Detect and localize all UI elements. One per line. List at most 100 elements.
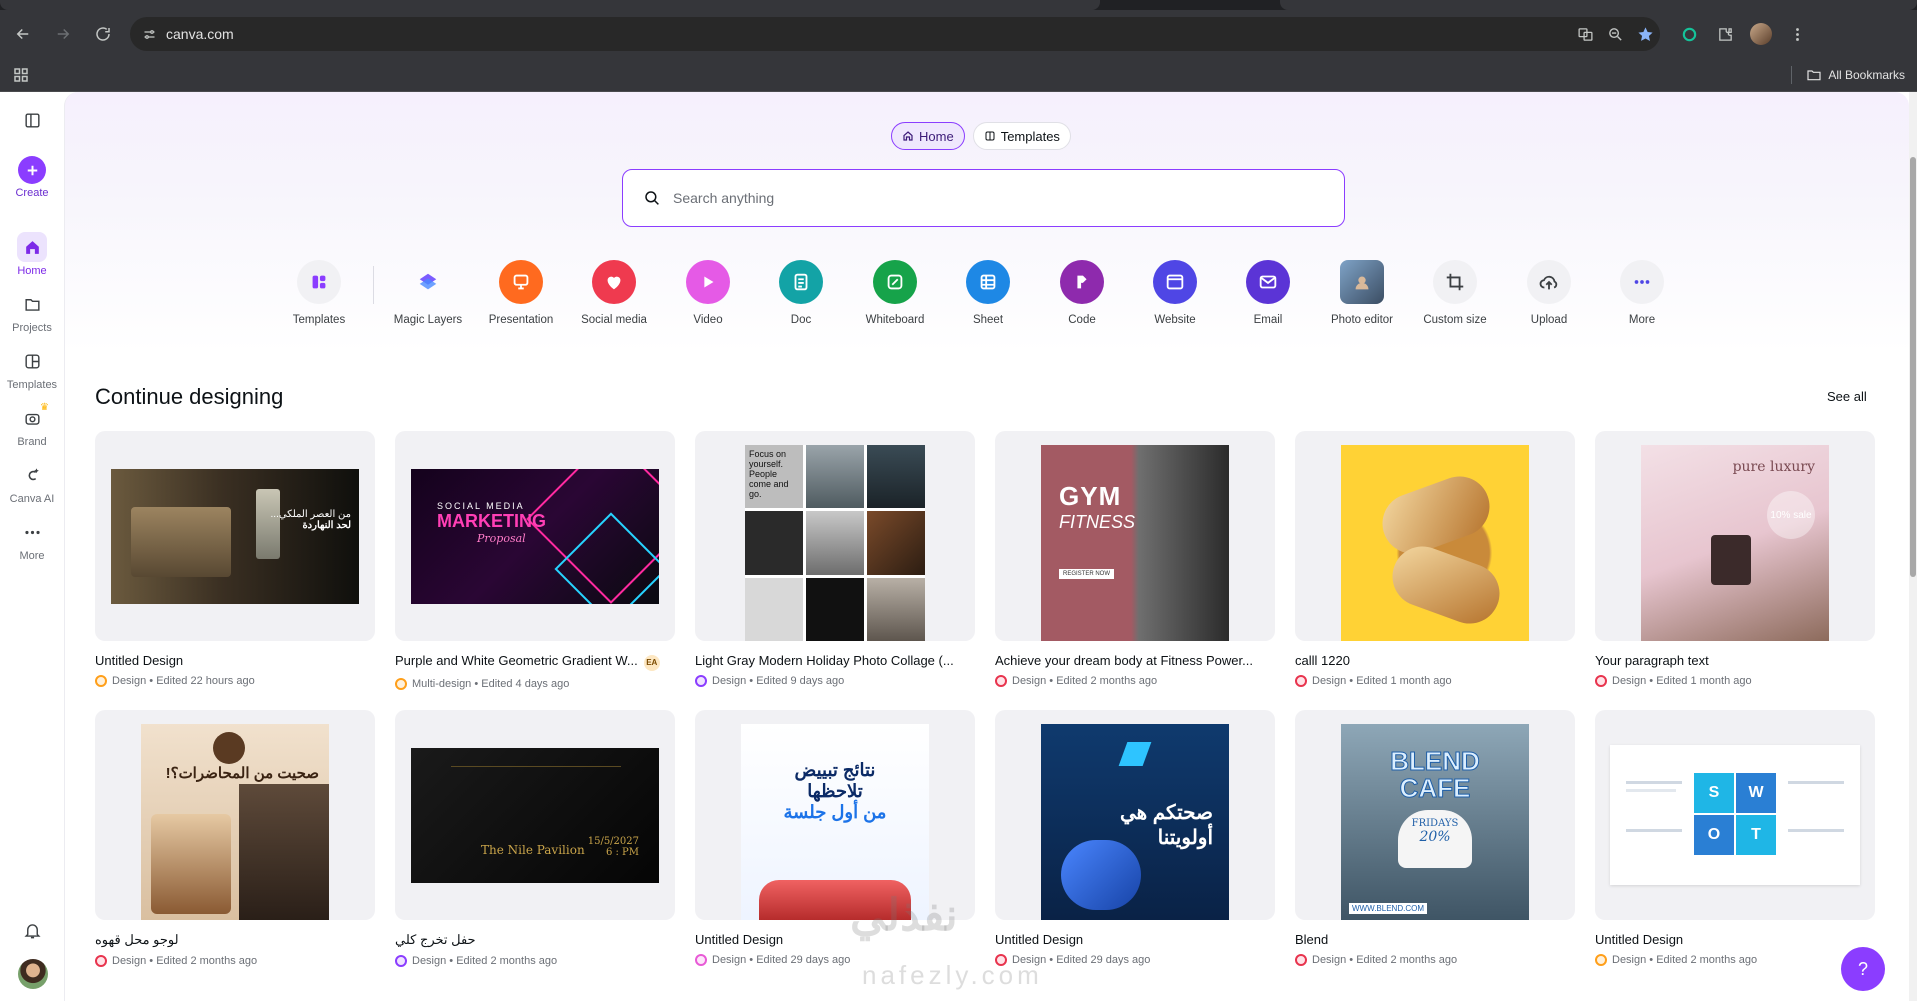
- shortcut-upload[interactable]: Upload: [1504, 260, 1594, 326]
- design-thumbnail[interactable]: صحيت من المحاضرات؟!: [95, 710, 375, 920]
- address-bar[interactable]: canva.com: [130, 17, 1660, 51]
- shortcut-website[interactable]: Website: [1130, 260, 1220, 326]
- user-avatar[interactable]: [18, 959, 48, 989]
- design-title[interactable]: لوجو محل قهوه: [95, 932, 365, 948]
- design-card[interactable]: BLEND CAFE FRIDAYS 20% WWW.BLEND.COM Ble…: [1295, 710, 1575, 966]
- design-thumbnail[interactable]: The Nile Pavilion 15/5/2027 6 : PM: [395, 710, 675, 920]
- shortcut-templates[interactable]: Templates: [274, 260, 364, 326]
- shortcut-custom-size[interactable]: Custom size: [1410, 260, 1500, 326]
- sidebar-item-templates[interactable]: Templates: [0, 346, 64, 391]
- sidebar-item-home[interactable]: Home: [0, 232, 64, 277]
- sidebar-item-canva-ai[interactable]: Canva AI: [0, 460, 64, 505]
- site-settings-icon[interactable]: [134, 27, 164, 42]
- shortcut-code[interactable]: Code: [1037, 260, 1127, 326]
- design-thumbnail[interactable]: SOCIAL MEDIA MARKETING Proposal: [395, 431, 675, 641]
- forward-icon[interactable]: [46, 17, 80, 51]
- design-title[interactable]: Untitled Design: [995, 932, 1265, 947]
- zoom-icon[interactable]: [1600, 19, 1630, 49]
- notifications-button[interactable]: [0, 915, 64, 948]
- design-title[interactable]: Purple and White Geometric Gradient W...…: [395, 653, 665, 671]
- scrollbar-thumb[interactable]: [1910, 157, 1916, 577]
- sheet-icon: [966, 260, 1010, 304]
- design-thumbnail[interactable]: pure luxury 10% sale: [1595, 431, 1875, 641]
- browser-tab[interactable]: [1280, 0, 1917, 10]
- browser-toolbar: canva.com: [0, 10, 1917, 58]
- search-input[interactable]: [673, 190, 1313, 206]
- design-card[interactable]: SOCIAL MEDIA MARKETING Proposal Purple a…: [395, 431, 675, 690]
- design-title[interactable]: Untitled Design: [1595, 932, 1865, 947]
- design-card[interactable]: calll 1220 Design • Edited 1 month ago: [1295, 431, 1575, 687]
- design-title[interactable]: Light Gray Modern Holiday Photo Collage …: [695, 653, 965, 668]
- shortcut-label: Photo editor: [1330, 314, 1393, 326]
- design-meta: Design • Edited 1 month ago: [1595, 675, 1875, 687]
- see-all-link[interactable]: See all: [1827, 389, 1867, 404]
- shortcut-sheet[interactable]: Sheet: [943, 260, 1033, 326]
- help-button[interactable]: ?: [1841, 947, 1885, 991]
- design-title[interactable]: Your paragraph text: [1595, 653, 1865, 668]
- grammarly-extension-icon[interactable]: [1674, 19, 1704, 49]
- tab-templates[interactable]: Templates: [972, 122, 1071, 150]
- design-card[interactable]: S W O T Untitled Design Design • Edited …: [1595, 710, 1875, 966]
- browser-tabstrip: [0, 0, 1917, 10]
- design-title[interactable]: Blend: [1295, 932, 1565, 947]
- design-card[interactable]: صحتكم هي أولويتنا Untitled Design Design…: [995, 710, 1275, 966]
- design-thumbnail[interactable]: [1295, 431, 1575, 641]
- reload-icon[interactable]: [86, 17, 120, 51]
- shortcut-doc[interactable]: Doc: [756, 260, 846, 326]
- design-meta: Design • Edited 2 months ago: [1295, 954, 1575, 966]
- design-card[interactable]: من العصر الملكي... لحد النهاردة Untitled…: [95, 431, 375, 687]
- translate-icon[interactable]: [1570, 19, 1600, 49]
- edited-time: Edited 1 month ago: [1656, 675, 1752, 687]
- all-bookmarks-label: All Bookmarks: [1828, 68, 1905, 82]
- design-card[interactable]: GYM FITNESS REGISTER NOW Achieve your dr…: [995, 431, 1275, 687]
- design-thumbnail[interactable]: صحتكم هي أولويتنا: [995, 710, 1275, 920]
- shortcut-presentation[interactable]: Presentation: [476, 260, 566, 326]
- search-box[interactable]: [622, 169, 1345, 227]
- design-title[interactable]: Achieve your dream body at Fitness Power…: [995, 653, 1265, 668]
- upload-icon: [1527, 260, 1571, 304]
- tab-home[interactable]: Home: [891, 122, 965, 150]
- shortcut-social-media[interactable]: Social media: [569, 260, 659, 326]
- browser-menu-icon[interactable]: [1782, 19, 1812, 49]
- design-title[interactable]: Untitled Design: [95, 653, 365, 668]
- extensions-icon[interactable]: [1710, 19, 1740, 49]
- browser-tab-active[interactable]: [0, 0, 1100, 10]
- shortcut-photo-editor[interactable]: Photo editor: [1317, 260, 1407, 326]
- design-thumbnail[interactable]: من العصر الملكي... لحد النهاردة: [95, 431, 375, 641]
- design-card[interactable]: The Nile Pavilion 15/5/2027 6 : PM حفل ت…: [395, 710, 675, 967]
- design-thumbnail[interactable]: BLEND CAFE FRIDAYS 20% WWW.BLEND.COM: [1295, 710, 1575, 920]
- sidebar-item-more[interactable]: More: [0, 517, 64, 562]
- shortcut-magic-layers[interactable]: Magic Layers: [383, 260, 473, 326]
- design-thumbnail[interactable]: نتائج تبييض تلاحظها من أول جلسة: [695, 710, 975, 920]
- url-text[interactable]: canva.com: [166, 26, 1570, 42]
- design-card[interactable]: pure luxury 10% sale Your paragraph text…: [1595, 431, 1875, 687]
- thumbnail-text: MARKETING: [437, 510, 546, 531]
- back-icon[interactable]: [6, 17, 40, 51]
- shortcut-video[interactable]: Video: [663, 260, 753, 326]
- design-title[interactable]: calll 1220: [1295, 653, 1565, 668]
- thumbnail-text: pure luxury: [1732, 459, 1815, 475]
- all-bookmarks-button[interactable]: All Bookmarks: [1791, 66, 1905, 84]
- design-title[interactable]: حفل تخرج كلي: [395, 932, 665, 948]
- sidebar-item-projects[interactable]: Projects: [0, 289, 64, 334]
- shortcut-label: Presentation: [488, 314, 554, 326]
- design-card[interactable]: صحيت من المحاضرات؟! لوجو محل قهوه Design…: [95, 710, 375, 967]
- design-type-icon: [1595, 954, 1607, 966]
- sidebar-item-brand[interactable]: Brand: [0, 403, 64, 448]
- templates-icon: [17, 346, 47, 376]
- sidebar-toggle[interactable]: [0, 105, 64, 138]
- apps-grid-icon[interactable]: [12, 66, 30, 84]
- photo-editor-icon: [1340, 260, 1384, 304]
- design-thumbnail[interactable]: GYM FITNESS REGISTER NOW: [995, 431, 1275, 641]
- shortcut-more[interactable]: More: [1597, 260, 1687, 326]
- bookmark-star-icon[interactable]: [1630, 19, 1660, 49]
- shortcut-email[interactable]: Email: [1223, 260, 1313, 326]
- shortcut-whiteboard[interactable]: Whiteboard: [850, 260, 940, 326]
- design-thumbnail[interactable]: S W O T: [1595, 710, 1875, 920]
- design-type-icon: [1595, 675, 1607, 687]
- page-scrollbar[interactable]: [1909, 92, 1917, 1001]
- sidebar-item-create[interactable]: Create: [0, 156, 64, 199]
- profile-icon[interactable]: [1746, 19, 1776, 49]
- design-card[interactable]: Focus on yourself. People come and go. L…: [695, 431, 975, 687]
- design-thumbnail[interactable]: Focus on yourself. People come and go.: [695, 431, 975, 641]
